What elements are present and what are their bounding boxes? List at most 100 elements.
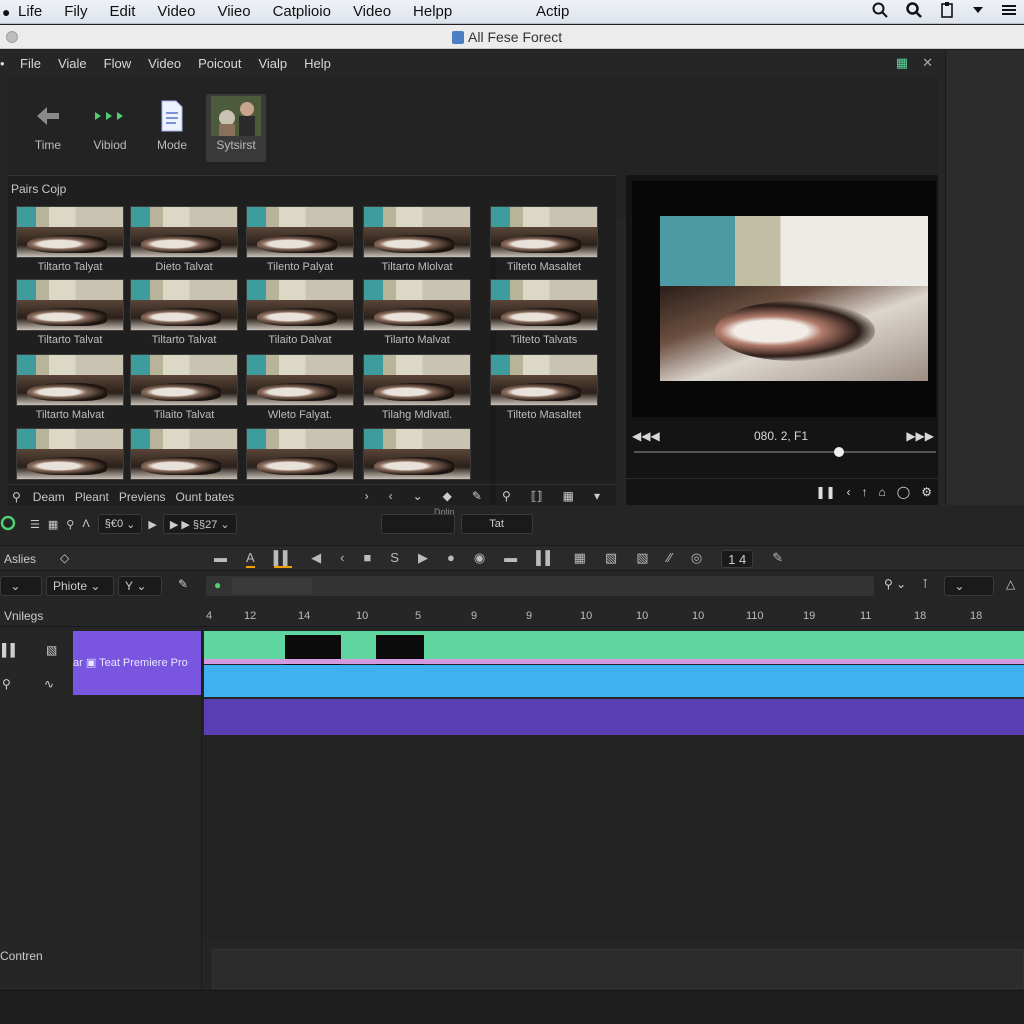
waveform-icon[interactable]: ∿: [44, 677, 54, 691]
razor-icon[interactable]: Λ: [82, 518, 89, 530]
app-menu-poicout[interactable]: Poicout: [198, 56, 241, 71]
loop-icon[interactable]: ◯: [897, 485, 910, 499]
menu-item-catplioio[interactable]: Catplioio: [273, 3, 331, 20]
timeline-name-field[interactable]: [380, 514, 455, 534]
next-edit-icon[interactable]: ▶: [418, 550, 428, 568]
clip-thumbnail[interactable]: Tilaito Talvat: [130, 354, 238, 424]
split-icon[interactable]: ▧: [636, 550, 648, 568]
library-tab-ount-bates[interactable]: Ount bates: [176, 490, 235, 504]
pause-icon[interactable]: ❚❚: [815, 485, 835, 499]
clipboard-icon[interactable]: [940, 2, 954, 18]
target-icon[interactable]: ◎: [691, 550, 702, 568]
ripple-icon[interactable]: ▧: [605, 550, 617, 568]
step-back-icon[interactable]: ‹: [847, 485, 851, 499]
clip-thumbnail[interactable]: Tiltarto Mlolvat: [363, 206, 471, 276]
audio-a-icon[interactable]: A: [246, 550, 255, 568]
library-tab-deam[interactable]: Deam: [33, 490, 65, 504]
clip-thumbnail[interactable]: Tilteto Masaltet: [490, 354, 598, 424]
search-icon[interactable]: [872, 2, 888, 18]
chevron-left-icon[interactable]: ‹: [340, 550, 344, 568]
chevron-left-icon[interactable]: ‹: [389, 489, 393, 503]
clip-thumbnail[interactable]: Tilahg Mdlvatl.: [363, 354, 471, 424]
tool-mode[interactable]: Mode: [142, 94, 202, 162]
app-menu-help[interactable]: Help: [304, 56, 331, 71]
search-icon[interactable]: ⚲: [12, 490, 21, 504]
gear-icon[interactable]: ⚙: [921, 485, 932, 499]
diamond-icon[interactable]: ◇: [60, 551, 69, 565]
eyedropper-icon[interactable]: ✎: [178, 577, 188, 591]
play-icon[interactable]: ▶: [148, 518, 156, 531]
lock-icon[interactable]: ⌂: [879, 485, 886, 499]
track-lock-icon[interactable]: ▌▌: [2, 643, 19, 657]
search-icon[interactable]: ⚲ ⌄: [884, 577, 906, 591]
window-close-button[interactable]: [6, 31, 18, 43]
clip-thumbnail[interactable]: Tilarto Malvat: [363, 279, 471, 349]
library-tab-previens[interactable]: Previens: [119, 490, 166, 504]
rate-select[interactable]: §€0 ⌄: [97, 514, 143, 534]
slip-icon[interactable]: S: [390, 550, 399, 568]
transition-icon[interactable]: ⁄⁄: [667, 550, 671, 568]
meter-icon[interactable]: ▌▌: [536, 550, 554, 568]
music-clip-track[interactable]: [204, 699, 1024, 735]
bracket-icon[interactable]: ⟦⟧: [531, 489, 543, 503]
marker-in-icon[interactable]: ▬: [214, 550, 227, 568]
menu-item-fily[interactable]: Fily: [64, 3, 87, 20]
link-icon[interactable]: ⚲: [66, 518, 74, 531]
prev-edit-icon[interactable]: ◀: [311, 550, 321, 568]
clip-thumbnail[interactable]: Tiltarto Talvat: [16, 279, 124, 349]
app-menu-video[interactable]: Video: [148, 56, 181, 71]
source-select[interactable]: Phiote ⌄: [46, 576, 114, 596]
chevron-right-icon[interactable]: ›: [365, 489, 369, 503]
audio-clip-track[interactable]: [204, 665, 1024, 697]
search-icon[interactable]: ⚲: [2, 677, 11, 691]
tat-field[interactable]: Tat: [460, 514, 533, 534]
time-ruler[interactable]: Vnilegs 4 12 14 10 5 9 9 10 10 10 110 19…: [0, 605, 1024, 627]
pen-icon[interactable]: ✎: [772, 550, 783, 568]
marker-icon[interactable]: ↑: [862, 485, 868, 499]
marker-icon[interactable]: ▬: [504, 550, 517, 568]
chevron-down-icon[interactable]: ▾: [594, 489, 600, 503]
clip-thumbnail[interactable]: Tiltarto Talyat: [16, 206, 124, 276]
menu-item-edit[interactable]: Edit: [110, 3, 136, 20]
track-type-select[interactable]: ⌄: [0, 576, 42, 596]
app-menu-file[interactable]: File: [20, 56, 41, 71]
spotlight-icon[interactable]: [906, 2, 922, 18]
menu-item-video[interactable]: Video: [157, 3, 195, 20]
playhead-knob[interactable]: [834, 447, 845, 457]
trim-icon[interactable]: ▦: [574, 550, 586, 568]
clip-name-label[interactable]: ar ▣ Teat Premiere Pro: [73, 631, 201, 695]
track-sync-icon[interactable]: ▧: [46, 643, 57, 657]
rewind-icon[interactable]: ◀◀◀: [632, 429, 660, 443]
timeline-search-bar[interactable]: ●: [206, 576, 874, 596]
library-tab-pleant[interactable]: Pleant: [75, 490, 109, 504]
clip-thumbnail[interactable]: Tilento Palyat: [246, 206, 354, 276]
chevron-down-icon[interactable]: ⌄: [413, 489, 423, 503]
hamburger-menu-icon[interactable]: [1002, 4, 1016, 16]
scrub-bar[interactable]: [634, 447, 936, 457]
clip-thumbnail[interactable]: Wleto Falyat.: [246, 354, 354, 424]
close-icon[interactable]: ✕: [922, 55, 933, 71]
clip-thumbnail[interactable]: Tiltarto Talvat: [130, 279, 238, 349]
panel-expand-icon[interactable]: ▦: [896, 55, 908, 71]
zoom-icon[interactable]: ⚲: [502, 489, 511, 503]
waveform-icon[interactable]: ▌▌: [273, 550, 293, 568]
tag-icon[interactable]: ◆: [443, 489, 452, 503]
record-icon[interactable]: [0, 515, 16, 534]
warning-icon[interactable]: △: [1006, 577, 1015, 591]
menu-item-viieo[interactable]: Viieo: [217, 3, 250, 20]
effect-icon[interactable]: ●: [447, 550, 455, 568]
chevron-down-icon[interactable]: [972, 5, 984, 15]
grid-icon[interactable]: ▦: [48, 518, 58, 531]
stop-icon[interactable]: ■: [363, 550, 371, 568]
pencil-icon[interactable]: ✎: [472, 489, 482, 503]
tool-vibiod[interactable]: Vibiod: [80, 94, 140, 162]
filter-select[interactable]: Y ⌄: [118, 576, 162, 596]
clip-thumbnail[interactable]: Tilaito Dalvat: [246, 279, 354, 349]
settings-icon[interactable]: ▦: [563, 489, 574, 503]
menu-item-video-2[interactable]: Video: [353, 3, 391, 20]
view-select[interactable]: ⌄: [944, 576, 994, 596]
clip-thumbnail[interactable]: Tiltarto Malvat: [16, 354, 124, 424]
record-dot-icon[interactable]: ◉: [474, 550, 485, 568]
clip-thumbnail[interactable]: Tilteto Talvats: [490, 279, 598, 349]
clip-thumbnail[interactable]: Tilteto Masaltet: [490, 206, 598, 276]
